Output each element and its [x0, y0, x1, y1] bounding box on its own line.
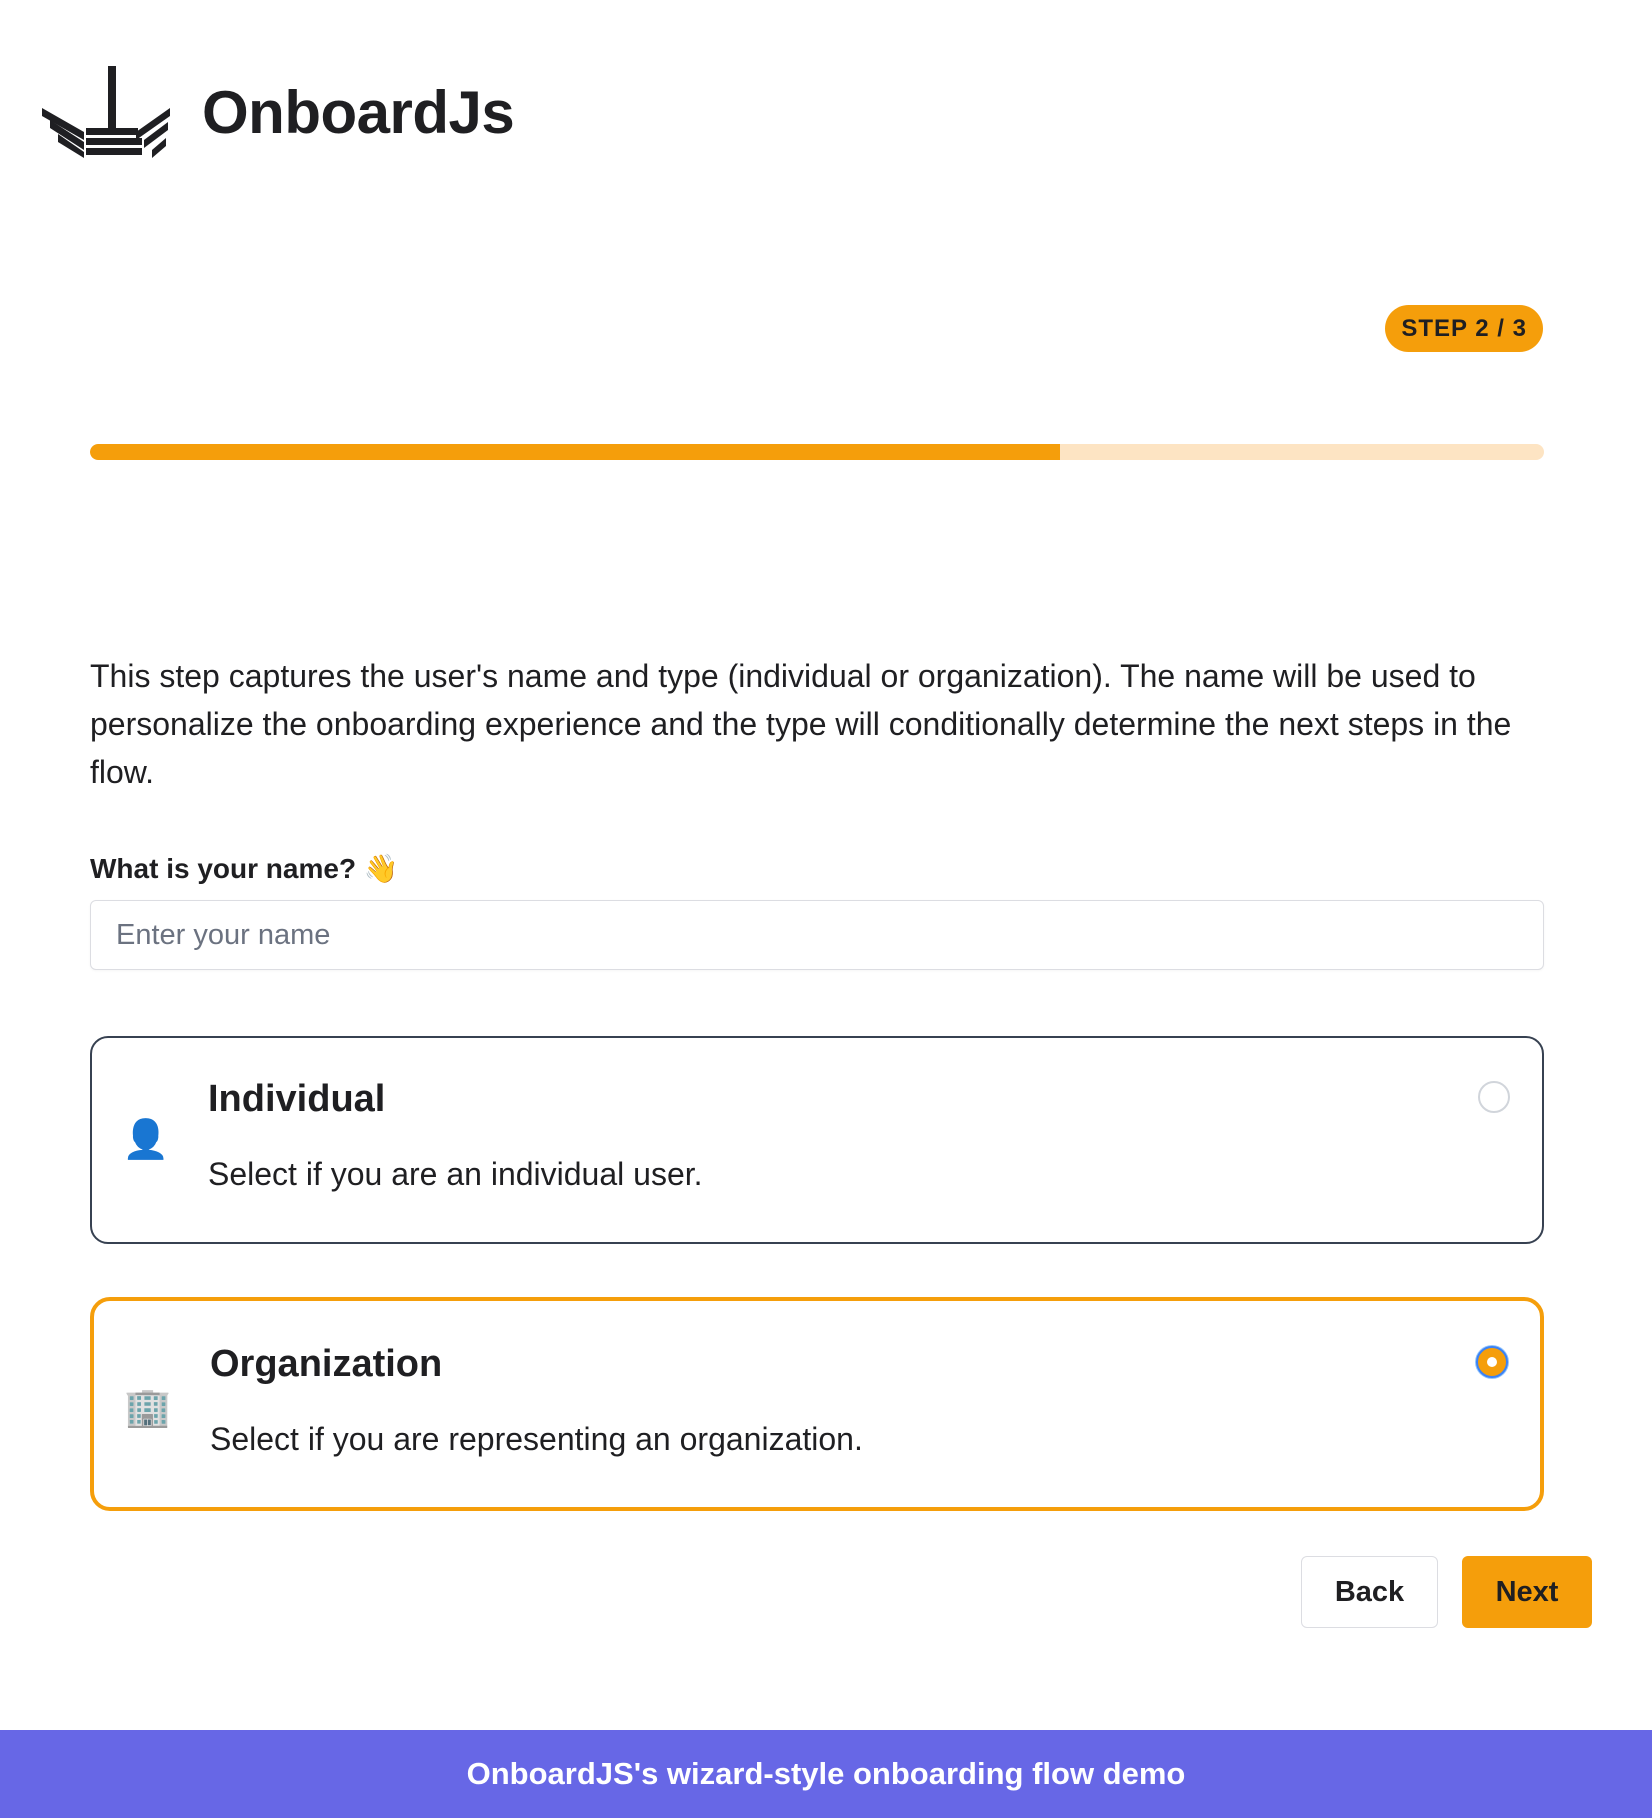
back-button[interactable]: Back: [1301, 1556, 1438, 1628]
step-badge: STEP 2 / 3: [1385, 305, 1543, 352]
progress-bar-fill: [90, 444, 1060, 460]
option-title: Individual: [208, 1078, 386, 1120]
person-icon: 👤: [122, 1119, 170, 1161]
ship-logo-icon: [42, 66, 170, 158]
brand-name: OnboardJs: [202, 78, 515, 146]
app-header: OnboardJs: [40, 62, 515, 162]
next-button[interactable]: Next: [1462, 1556, 1592, 1628]
option-title: Organization: [210, 1343, 443, 1385]
name-input[interactable]: [90, 900, 1544, 970]
office-building-icon: 🏢: [124, 1387, 172, 1429]
radio-organization[interactable]: [1476, 1346, 1508, 1378]
radio-individual[interactable]: [1478, 1081, 1510, 1113]
name-field-label: What is your name? 👋: [90, 853, 399, 884]
option-description: Select if you are representing an organi…: [210, 1421, 863, 1457]
progress-bar: [90, 444, 1544, 460]
step-description: This step captures the user's name and t…: [90, 658, 1512, 790]
footer-banner: OnboardJS's wizard-style onboarding flow…: [0, 1730, 1652, 1818]
option-description: Select if you are an individual user.: [208, 1156, 703, 1192]
option-card-organization[interactable]: 🏢 Organization Select if you are represe…: [90, 1297, 1544, 1511]
option-card-individual[interactable]: 👤 Individual Select if you are an indivi…: [90, 1036, 1544, 1244]
